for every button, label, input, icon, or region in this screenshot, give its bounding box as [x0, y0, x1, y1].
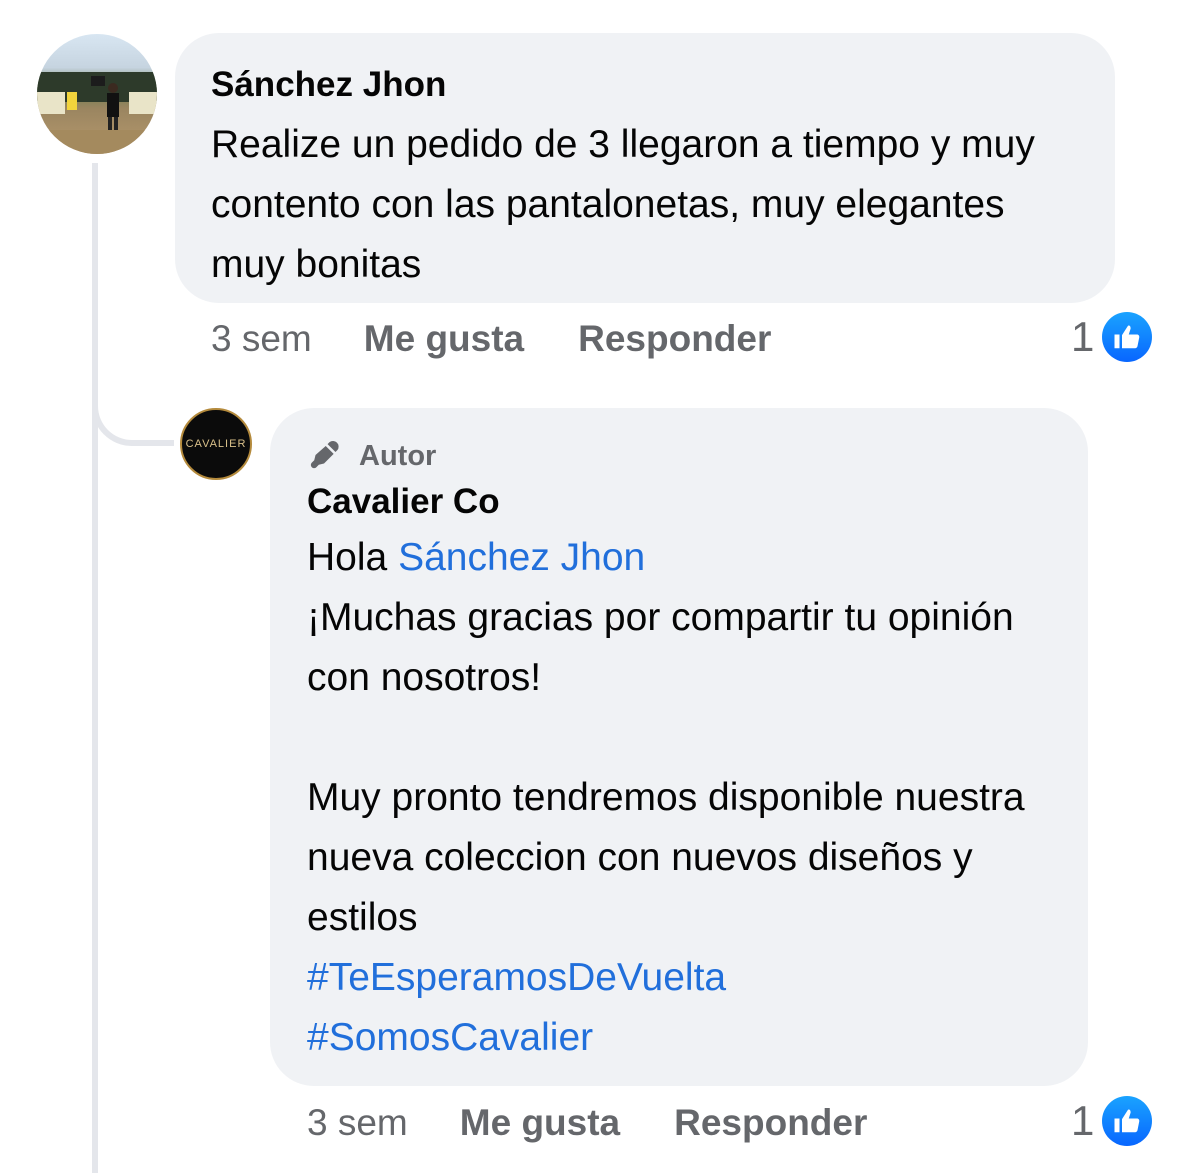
hashtag-link[interactable]: #TeEsperamosDeVuelta [307, 956, 726, 999]
hashtag-link[interactable]: #SomosCavalier [307, 1016, 593, 1059]
page-avatar[interactable]: CAVALIER [180, 408, 252, 480]
author-badge-label: Autor [359, 439, 437, 472]
reply-reactions[interactable]: 1 [1071, 1096, 1153, 1146]
comment-timestamp[interactable]: 3 sem [211, 318, 312, 360]
reply-greeting-line: Hola Sánchez Jhon [307, 528, 1052, 588]
reply-timestamp[interactable]: 3 sem [307, 1102, 408, 1144]
comment-text: Realize un pedido de 3 llegaron a tiempo… [211, 123, 1035, 286]
reply-like-button[interactable]: Me gusta [460, 1102, 620, 1144]
reply-bubble: Autor Cavalier Co Hola Sánchez Jhon ¡Muc… [270, 408, 1088, 1086]
comment-author-name[interactable]: Sánchez Jhon [211, 63, 1079, 107]
reply-paragraph-2: Muy pronto tendremos disponible nuestra … [307, 776, 1025, 939]
thread-reply-connector [92, 380, 174, 446]
reaction-count: 1 [1071, 313, 1095, 360]
reply-author-name[interactable]: Cavalier Co [307, 480, 1052, 524]
reply-reply-button[interactable]: Responder [674, 1102, 867, 1144]
comment-actions: 3 sem Me gusta Responder [211, 318, 771, 360]
comment-bubble: Sánchez Jhon Realize un pedido de 3 lleg… [175, 33, 1115, 303]
microphone-pen-icon [310, 440, 339, 469]
thread-line [92, 163, 98, 1173]
comment-reactions[interactable]: 1 [1071, 312, 1153, 362]
user-avatar[interactable] [37, 34, 157, 154]
comment-reply-button[interactable]: Responder [578, 318, 771, 360]
author-badge: Autor [307, 438, 1052, 474]
reply-actions: 3 sem Me gusta Responder [307, 1102, 867, 1144]
hashtag-line-1: #TeEsperamosDeVuelta [307, 948, 1052, 1008]
page-avatar-logo: CAVALIER [185, 438, 247, 450]
reply-paragraph-1: ¡Muchas gracias por compartir tu opinión… [307, 596, 1014, 699]
mention-link[interactable]: Sánchez Jhon [398, 536, 645, 579]
hashtag-line-2: #SomosCavalier [307, 1008, 1052, 1068]
thumbs-up-icon [1102, 1096, 1153, 1146]
user-photo-avatar [37, 72, 157, 154]
reply-greeting: Hola [307, 536, 388, 579]
reaction-count: 1 [1071, 1097, 1095, 1144]
comment-like-button[interactable]: Me gusta [364, 318, 524, 360]
thumbs-up-icon [1102, 312, 1153, 362]
